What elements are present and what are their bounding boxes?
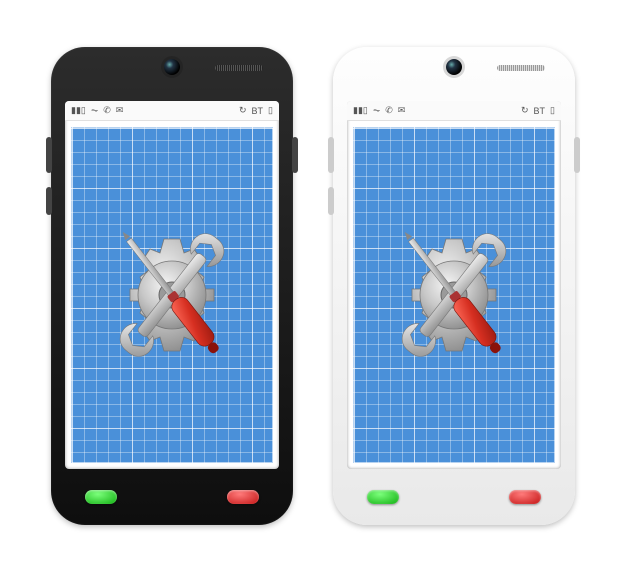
volume-up-button[interactable] [46,137,52,173]
screen: ▮▮▯ ⏦ ✆ ✉ ↻ BT ▯ [65,101,279,469]
status-bar: ▮▮▯ ⏦ ✆ ✉ ↻ BT ▯ [347,101,561,121]
end-call-button[interactable] [227,490,259,504]
power-button[interactable] [574,137,580,173]
tools-graphic [92,215,252,375]
earpiece-speaker-icon [215,65,263,71]
phone-mockup-black: ▮▮▯ ⏦ ✆ ✉ ↻ BT ▯ [51,47,293,525]
call-icon: ✆ [103,105,111,116]
end-call-button[interactable] [509,490,541,504]
earpiece-speaker-icon [497,65,545,71]
battery-icon: ▯ [550,105,555,116]
signal-icon: ▮▮▯ [353,105,368,116]
screen: ▮▮▯ ⏦ ✆ ✉ ↻ BT ▯ [347,101,561,469]
battery-icon: ▯ [268,105,273,116]
blueprint-wallpaper [353,127,555,463]
front-camera-icon [164,59,180,75]
volume-down-button[interactable] [46,187,52,215]
sync-icon: ↻ [239,105,247,116]
phone-bottom-area [51,469,293,525]
phone-top-area [333,47,575,101]
tools-graphic [374,215,534,375]
call-button[interactable] [85,490,117,504]
chat-icon: ✉ [116,105,124,116]
blueprint-wallpaper [71,127,273,463]
call-button[interactable] [367,490,399,504]
bluetooth-icon: BT [252,106,264,116]
sync-icon: ↻ [521,105,529,116]
wifi-icon: ⏦ [373,105,380,116]
signal-icon: ▮▮▯ [71,105,86,116]
phone-bottom-area [333,469,575,525]
status-bar: ▮▮▯ ⏦ ✆ ✉ ↻ BT ▯ [65,101,279,121]
phone-mockup-white: ▮▮▯ ⏦ ✆ ✉ ↻ BT ▯ [333,47,575,525]
chat-icon: ✉ [398,105,406,116]
volume-down-button[interactable] [328,187,334,215]
front-camera-icon [446,59,462,75]
bluetooth-icon: BT [534,106,546,116]
call-icon: ✆ [385,105,393,116]
power-button[interactable] [292,137,298,173]
volume-up-button[interactable] [328,137,334,173]
wifi-icon: ⏦ [91,105,98,116]
phone-top-area [51,47,293,101]
